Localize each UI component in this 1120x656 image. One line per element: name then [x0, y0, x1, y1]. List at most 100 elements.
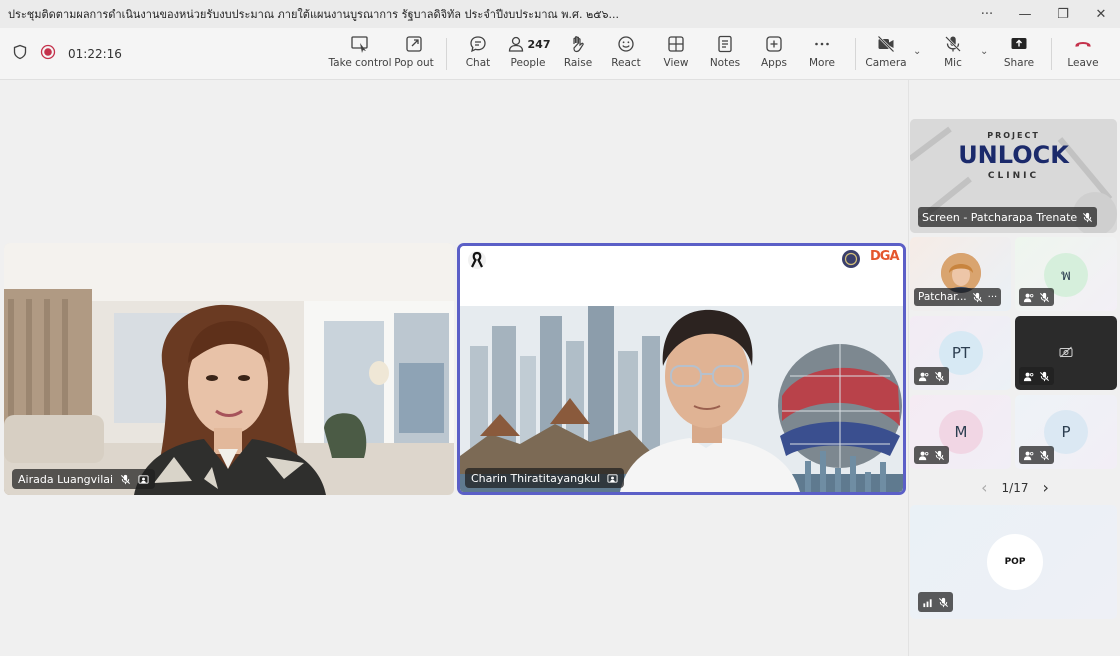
background-effect-icon [138, 474, 149, 484]
previous-page-chevron-icon[interactable]: ‹ [981, 478, 987, 497]
guest-user-icon [1023, 293, 1034, 302]
signal-strength-icon [923, 598, 932, 607]
mic-muted-icon [1040, 292, 1049, 302]
guest-user-icon [918, 451, 929, 460]
slide-text-project: PROJECT [987, 131, 1040, 140]
video-tile-airada[interactable]: Airada Luangvilai [4, 243, 454, 495]
shield-icon[interactable] [12, 44, 28, 64]
avatar: POP [987, 534, 1043, 590]
guest-user-icon [918, 372, 929, 381]
participant-status: Patchar... ··· [914, 288, 1002, 306]
participant-status [914, 367, 949, 385]
screen-share-tile[interactable]: PROJECT UNLOCK CLINIC Screen - Patcharap… [910, 119, 1117, 233]
participant-tile[interactable] [1015, 316, 1117, 390]
dga-logo: DGA [870, 249, 900, 264]
meeting-title: ประชุมติดตามผลการดำเนินงานของหน่วยรับงบป… [8, 8, 619, 21]
add-app-icon [766, 36, 782, 52]
camera-off-icon [877, 35, 895, 53]
gallery-pager: ‹ 1/17 › [909, 478, 1120, 497]
screen-share-label: Screen - Patcharapa Trenate [918, 207, 1098, 227]
participant-name: Charin Thiratitayangkul [471, 471, 601, 485]
participant-status [1019, 446, 1054, 464]
participant-tile[interactable]: พ [1015, 237, 1117, 311]
chat-button[interactable]: Chat [461, 34, 495, 76]
people-indicator: 247 [506, 34, 551, 54]
mic-options-chevron-icon[interactable]: ⌄ [980, 46, 988, 57]
participant-name: Patchar... [918, 291, 967, 303]
more-options-icon[interactable]: ··· [968, 7, 1006, 22]
notes-icon [718, 35, 732, 53]
people-icon [508, 36, 523, 52]
participant-status [1019, 367, 1054, 385]
participant-name-tag: Airada Luangvilai [12, 469, 156, 489]
pop-out-button[interactable]: Pop out [394, 34, 434, 76]
more-dots-icon [815, 42, 829, 46]
guest-user-icon [1023, 372, 1034, 381]
people-count: 247 [527, 37, 551, 51]
hand-icon [573, 36, 584, 53]
pop-out-icon [406, 36, 422, 52]
guest-user-icon [1023, 451, 1034, 460]
take-control-button[interactable]: Take control [329, 34, 392, 76]
background-effect-icon [607, 473, 618, 483]
grid-view-icon [668, 36, 684, 52]
react-button[interactable]: React [610, 34, 642, 76]
mic-muted-icon [1040, 371, 1049, 381]
share-screen-icon [1011, 38, 1027, 49]
mic-off-icon [945, 36, 961, 52]
mic-button[interactable]: Mic [938, 34, 968, 76]
view-button[interactable]: View [660, 34, 692, 76]
title-bar: ประชุมติดตามผลการดำเนินงานของหน่วยรับงบป… [0, 0, 1120, 28]
participant-tile[interactable]: Patchar... ··· [910, 237, 1011, 311]
participant-status [918, 592, 953, 612]
restore-button[interactable]: ❐ [1044, 7, 1082, 22]
participant-gallery: PROJECT UNLOCK CLINIC Screen - Patcharap… [908, 80, 1120, 656]
mic-muted-icon [939, 597, 948, 607]
slide-text-clinic: CLINIC [987, 171, 1040, 181]
video-tile-charin[interactable]: DGA Charin Thiratitayangkul [457, 243, 906, 495]
emoji-icon [618, 36, 634, 52]
mic-muted-icon [935, 371, 944, 381]
raise-hand-button[interactable]: Raise [562, 34, 594, 76]
mic-muted-icon [972, 292, 982, 302]
share-button[interactable]: Share [1003, 34, 1035, 76]
chat-icon [470, 36, 486, 53]
more-button[interactable]: More [806, 34, 838, 76]
recording-icon [40, 44, 56, 64]
meeting-toolbar: 01:22:16 Take control Pop out Chat 247 P… [0, 28, 1120, 80]
participant-video [460, 246, 903, 492]
toolbar-divider [1051, 38, 1052, 70]
mic-muted-icon [121, 474, 131, 484]
participant-status [1019, 288, 1054, 306]
close-button[interactable]: ✕ [1082, 7, 1120, 22]
mic-muted-icon [935, 450, 944, 460]
notes-button[interactable]: Notes [708, 34, 742, 76]
toolbar-divider [446, 38, 447, 70]
avatar [941, 253, 981, 293]
participant-video [4, 243, 454, 495]
minimize-button[interactable]: — [1006, 7, 1044, 22]
meeting-info: 01:22:16 [12, 28, 122, 80]
take-control-icon [351, 36, 368, 53]
leave-button[interactable]: Leave [1066, 34, 1100, 76]
page-indicator: 1/17 [1001, 480, 1029, 495]
participant-tile[interactable]: P [1015, 395, 1117, 469]
camera-options-chevron-icon[interactable]: ⌄ [913, 46, 921, 57]
participant-name-tag: Charin Thiratitayangkul [465, 468, 625, 488]
meeting-timer: 01:22:16 [68, 47, 122, 61]
camera-off-icon [1059, 346, 1073, 358]
meeting-stage: Airada Luangvilai DGA Charin Thiratitaya… [0, 80, 908, 656]
hang-up-icon [1075, 42, 1091, 47]
participant-tile[interactable]: M [910, 395, 1011, 469]
slide-text-unlock: UNLOCK [958, 141, 1069, 169]
participant-tile[interactable]: PT [910, 316, 1011, 390]
self-view-tile[interactable]: POP [910, 505, 1117, 619]
next-page-chevron-icon[interactable]: › [1042, 478, 1048, 497]
apps-button[interactable]: Apps [758, 34, 790, 76]
window-controls: ··· — ❐ ✕ [968, 0, 1120, 28]
toolbar-divider [855, 38, 856, 70]
screen-share-name: Screen - Patcharapa Trenate [922, 210, 1078, 224]
people-button[interactable]: 247 People [506, 34, 550, 76]
camera-button[interactable]: Camera [865, 34, 907, 76]
more-options-icon[interactable]: ··· [988, 292, 998, 303]
